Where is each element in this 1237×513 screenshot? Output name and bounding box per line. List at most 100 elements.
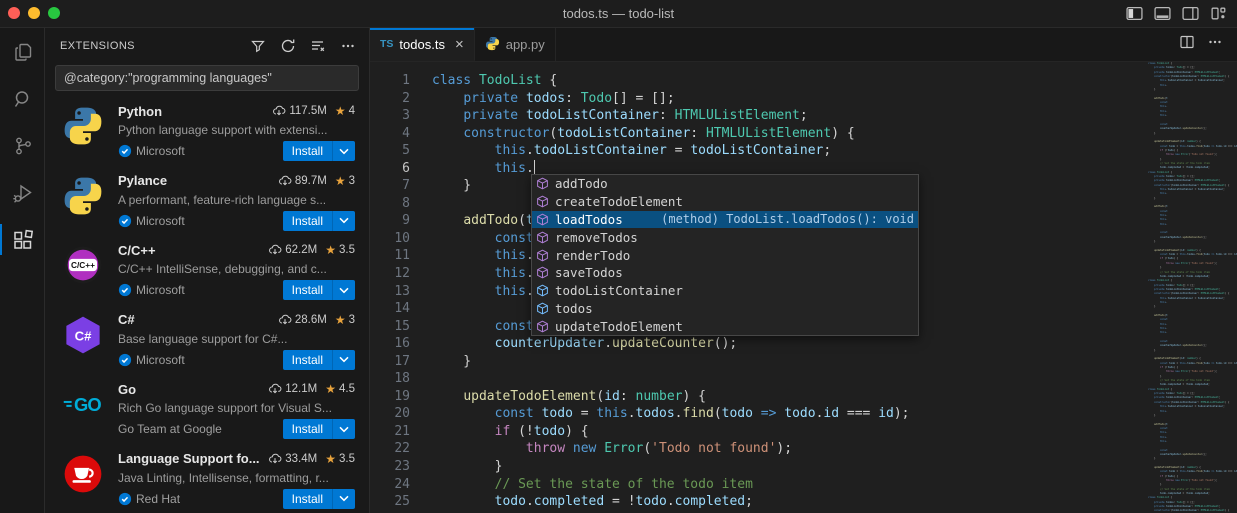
customize-layout-icon[interactable] [1210, 5, 1227, 22]
install-dropdown[interactable] [333, 419, 355, 439]
sidebar-title: EXTENSIONS [60, 40, 247, 52]
line-number: 18 [370, 370, 410, 388]
rating: 3.5 [339, 453, 355, 465]
toggle-primary-sidebar-icon[interactable] [1126, 5, 1143, 22]
extension-row[interactable]: C#C#28.6M★3Base language support for C#.… [45, 305, 369, 375]
rating: 3.5 [339, 244, 355, 256]
source-control-icon[interactable] [0, 122, 45, 169]
code-line: 24 // Set the state of the todo item [370, 476, 1148, 494]
explorer-icon[interactable] [0, 28, 45, 75]
editor-group: TS todos.ts × app.py 1class TodoList {2 … [370, 28, 1237, 513]
chevron-down-icon [339, 148, 349, 155]
extension-name: Python [118, 104, 272, 119]
extension-description: C/C++ IntelliSense, debugging, and c... [118, 260, 355, 278]
line-number: 16 [370, 335, 410, 353]
suggestion-item[interactable]: loadTodos(method) TodoList.loadTodos(): … [532, 211, 918, 229]
line-number: 9 [370, 212, 410, 230]
install-dropdown[interactable] [333, 211, 355, 231]
typescript-file-icon: TS [380, 38, 393, 50]
install-button[interactable]: Install [283, 211, 355, 231]
install-label: Install [283, 489, 332, 509]
suggestion-item[interactable]: saveTodos [532, 264, 918, 282]
split-editor-icon[interactable] [1179, 34, 1195, 55]
tab-app-py[interactable]: app.py [475, 28, 556, 61]
install-dropdown[interactable] [333, 280, 355, 300]
suggestion-label: removeTodos [555, 230, 638, 245]
suggestion-item[interactable]: removeTodos [532, 228, 918, 246]
line-number: 22 [370, 440, 410, 458]
suggestion-item[interactable]: addTodo [532, 175, 918, 193]
method-symbol-icon [536, 231, 552, 244]
extensions-icon[interactable] [0, 216, 45, 263]
suggestion-item[interactable]: todoListContainer [532, 282, 918, 300]
code-line: 3 private todoListContainer: HTMLUListEl… [370, 107, 1148, 125]
install-button[interactable]: Install [283, 141, 355, 161]
extension-row[interactable]: Pylance89.7M★3A performant, feature-rich… [45, 166, 369, 236]
extension-row[interactable]: GOGo12.1M★4.5Rich Go language support fo… [45, 374, 369, 444]
code-line: 22 throw new Error('Todo not found'); [370, 440, 1148, 458]
code-line: 18 [370, 370, 1148, 388]
more-actions-icon[interactable] [337, 35, 359, 57]
more-actions-icon[interactable] [1207, 34, 1223, 55]
line-number: 8 [370, 195, 410, 213]
go-icon: GO [62, 383, 104, 425]
extension-row[interactable]: Python117.5M★4Python language support wi… [45, 96, 369, 166]
line-number: 6 [370, 160, 410, 178]
method-symbol-icon [536, 266, 552, 279]
toggle-secondary-sidebar-icon[interactable] [1182, 5, 1199, 22]
line-number: 12 [370, 265, 410, 283]
download-count-icon [278, 175, 292, 187]
toggle-panel-icon[interactable] [1154, 5, 1171, 22]
extensions-search-input[interactable] [55, 65, 359, 91]
field-symbol-icon [536, 284, 552, 297]
extensions-sidebar: EXTENSIONS Python117.5M★4Python language… [45, 28, 370, 513]
suggestion-item[interactable]: createTodoElement [532, 193, 918, 211]
suggestion-item[interactable]: renderTodo [532, 246, 918, 264]
extension-name: Go [118, 382, 268, 397]
clear-search-results-icon[interactable] [307, 35, 329, 57]
extension-name: C/C++ [118, 243, 268, 258]
code-line: 5 this.todoListContainer = todoListConta… [370, 142, 1148, 160]
extension-row[interactable]: Language Support fo...33.4M★3.5Java Lint… [45, 444, 369, 513]
extension-row[interactable]: C/C++C/C++62.2M★3.5C/C++ IntelliSense, d… [45, 235, 369, 305]
extension-name: Language Support fo... [118, 451, 268, 466]
minimap[interactable]: class TodoList { private todos: Todo[] =… [1148, 62, 1237, 513]
filter-icon[interactable] [247, 35, 269, 57]
install-label: Install [283, 350, 332, 370]
text-cursor [534, 160, 536, 175]
verified-publisher-icon [118, 492, 132, 506]
install-button[interactable]: Install [283, 350, 355, 370]
run-debug-icon[interactable] [0, 169, 45, 216]
publisher-name: Microsoft [136, 214, 185, 228]
code-line: 25 todo.completed = !todo.completed; [370, 493, 1148, 511]
code-line: 4 constructor(todoListContainer: HTMLULi… [370, 125, 1148, 143]
suggestion-item[interactable]: updateTodoElement [532, 317, 918, 335]
line-number: 17 [370, 353, 410, 371]
publisher-name: Microsoft [136, 144, 185, 158]
install-dropdown[interactable] [333, 141, 355, 161]
code-line: 19 updateTodoElement(id: number) { [370, 388, 1148, 406]
install-button[interactable]: Install [283, 280, 355, 300]
intellisense-suggest-widget: addTodocreateTodoElementloadTodos(method… [531, 174, 919, 336]
refresh-icon[interactable] [277, 35, 299, 57]
line-number: 21 [370, 423, 410, 441]
method-symbol-icon [536, 195, 552, 208]
line-number: 14 [370, 300, 410, 318]
install-button[interactable]: Install [283, 419, 355, 439]
titlebar: todos.ts — todo-list [0, 0, 1237, 28]
install-button[interactable]: Install [283, 489, 355, 509]
tab-todos-ts[interactable]: TS todos.ts × [370, 28, 475, 61]
suggestion-label: renderTodo [555, 248, 630, 263]
install-dropdown[interactable] [333, 489, 355, 509]
extension-name: C# [118, 312, 278, 327]
close-tab-icon[interactable]: × [455, 36, 464, 53]
search-icon[interactable] [0, 75, 45, 122]
code-line: 1class TodoList { [370, 72, 1148, 90]
chevron-down-icon [339, 495, 349, 502]
download-count-icon [272, 105, 286, 117]
install-dropdown[interactable] [333, 350, 355, 370]
activity-bar [0, 28, 45, 513]
chevron-down-icon [339, 217, 349, 224]
suggestion-item[interactable]: todos [532, 300, 918, 318]
publisher-name: Go Team at Google [118, 422, 222, 436]
